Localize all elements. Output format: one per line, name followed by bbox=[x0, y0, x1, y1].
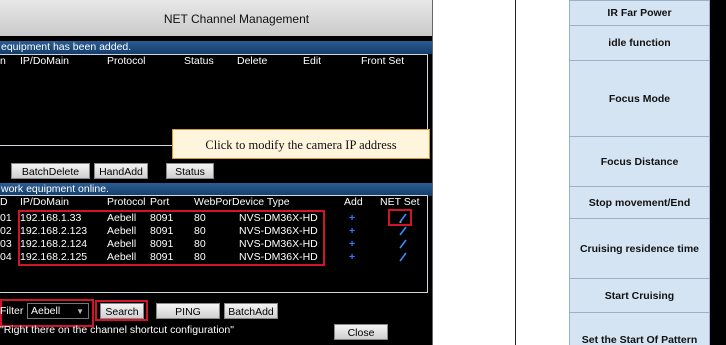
col-header-status: Status bbox=[184, 55, 214, 67]
highlight-net-set bbox=[388, 209, 412, 226]
add-device-button[interactable]: + bbox=[349, 212, 355, 224]
batch-add-button[interactable]: BatchAdd bbox=[224, 303, 278, 319]
col-header: n bbox=[0, 55, 6, 67]
annotation-callout: Click to modify the camera IP address bbox=[172, 129, 430, 159]
add-device-button[interactable]: + bbox=[349, 238, 355, 250]
edit-pencil-icon[interactable] bbox=[399, 252, 407, 262]
dialog-title: NET Channel Management bbox=[0, 0, 432, 36]
col-header-protocol: Protocol bbox=[107, 196, 146, 208]
param-cell-focus-mode: Focus Mode bbox=[569, 61, 710, 137]
col-header-ip: IP/DoMain bbox=[20, 55, 70, 67]
added-equipment-caption: equipment has been added. bbox=[0, 41, 432, 54]
param-cell-pattern-start: Set the Start Of Pattern bbox=[569, 313, 710, 345]
col-header-id: D bbox=[0, 196, 8, 208]
close-button[interactable]: Close bbox=[334, 324, 388, 340]
table-edge bbox=[710, 0, 726, 345]
batch-delete-button[interactable]: BatchDelete bbox=[11, 163, 90, 179]
col-header-webport: WebPor bbox=[194, 196, 232, 208]
col-header-protocol: Protocol bbox=[107, 55, 146, 67]
edit-pencil-icon[interactable] bbox=[399, 226, 407, 236]
ping-button[interactable]: PING bbox=[156, 303, 220, 319]
col-header-ip: IP/DoMain bbox=[20, 196, 70, 208]
hint-text: "Right there on the channel shortcut con… bbox=[0, 324, 234, 336]
add-device-button[interactable]: + bbox=[349, 225, 355, 237]
param-cell-ir-far-power: IR Far Power bbox=[569, 0, 710, 26]
param-cell-start-cruising: Start Cruising bbox=[569, 279, 710, 313]
row-id: 03 bbox=[0, 238, 12, 250]
col-header-delete: Delete bbox=[237, 55, 268, 67]
row-id: 04 bbox=[0, 251, 12, 263]
highlight-online-devices bbox=[18, 210, 325, 266]
net-channel-dialog: NET Channel Management equipment has bee… bbox=[0, 0, 433, 345]
param-cell-idle-function: idle function bbox=[569, 26, 710, 61]
param-cell-focus-distance: Focus Distance bbox=[569, 137, 710, 187]
row-id: 01 bbox=[0, 212, 12, 224]
table-border-line bbox=[515, 0, 516, 345]
hand-add-button[interactable]: HandAdd bbox=[94, 163, 148, 179]
param-cell-cruising-residence-time: Cruising residence time bbox=[569, 219, 710, 279]
filter-label: Filter bbox=[0, 305, 24, 317]
search-button[interactable]: Search bbox=[100, 303, 144, 319]
status-button[interactable]: Status bbox=[166, 163, 214, 179]
param-cell-stop-movement: Stop movement/End bbox=[569, 187, 710, 219]
col-header-net-set: NET Set bbox=[380, 196, 420, 208]
col-header-add: Add bbox=[344, 196, 363, 208]
chevron-down-icon: ▼ bbox=[76, 307, 84, 316]
col-header-front-set: Front Set bbox=[361, 55, 405, 67]
col-header-device-type: Device Type bbox=[232, 196, 290, 208]
col-header-port: Port bbox=[150, 196, 170, 208]
filter-value: Aebell bbox=[31, 305, 61, 317]
row-id: 02 bbox=[0, 225, 12, 237]
add-device-button[interactable]: + bbox=[349, 251, 355, 263]
edit-pencil-icon[interactable] bbox=[399, 239, 407, 249]
protocol-filter-select[interactable]: Aebell ▼ bbox=[27, 303, 89, 319]
col-header-edit: Edit bbox=[303, 55, 322, 67]
